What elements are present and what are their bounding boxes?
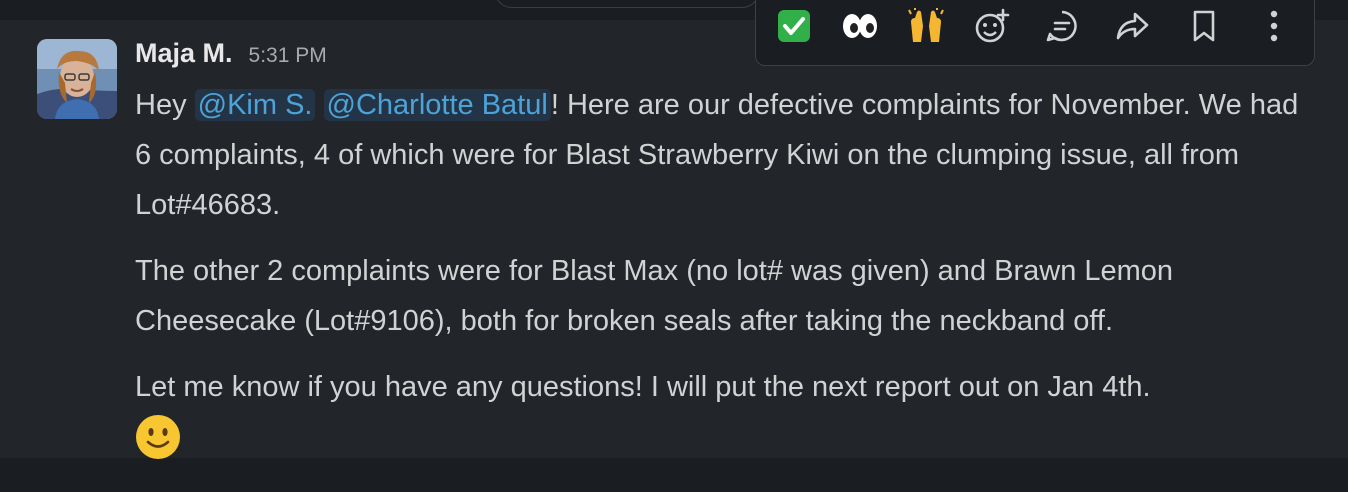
- white-check-mark-icon[interactable]: [774, 8, 814, 44]
- raised-hands-icon[interactable]: [906, 8, 946, 44]
- paragraph-3-text: Let me know if you have any questions! I…: [135, 371, 1151, 403]
- more-actions-icon[interactable]: [1254, 8, 1294, 44]
- avatar-image: [37, 39, 117, 119]
- reply-in-thread-icon[interactable]: [1042, 8, 1082, 44]
- mention-kim[interactable]: @Kim S.: [194, 89, 316, 121]
- message-actions-toolbar: [755, 0, 1315, 66]
- message-header: Maja M. 5:31 PM: [135, 38, 327, 74]
- eyes-icon[interactable]: [840, 8, 880, 44]
- message-paragraph-3: Let me know if you have any questions! I…: [135, 362, 1315, 476]
- slightly-smiling-face-icon: [135, 414, 181, 476]
- share-icon[interactable]: [1112, 8, 1152, 44]
- add-reaction-icon[interactable]: [972, 8, 1012, 44]
- bookmark-icon[interactable]: [1184, 8, 1224, 44]
- timestamp[interactable]: 5:31 PM: [249, 44, 327, 68]
- message-paragraph-2: The other 2 complaints were for Blast Ma…: [135, 255, 1174, 337]
- mention-charlotte[interactable]: @Charlotte Batul: [323, 89, 551, 121]
- greeting-text: Hey: [135, 89, 195, 121]
- author-name[interactable]: Maja M.: [135, 38, 233, 69]
- message-paragraph-1: Hey @Kim S. @Charlotte Batul! Here are o…: [135, 80, 1315, 230]
- search-bar-edge[interactable]: [494, 0, 760, 8]
- message-body: Hey @Kim S. @Charlotte Batul! Here are o…: [135, 80, 1315, 492]
- avatar[interactable]: [37, 39, 117, 119]
